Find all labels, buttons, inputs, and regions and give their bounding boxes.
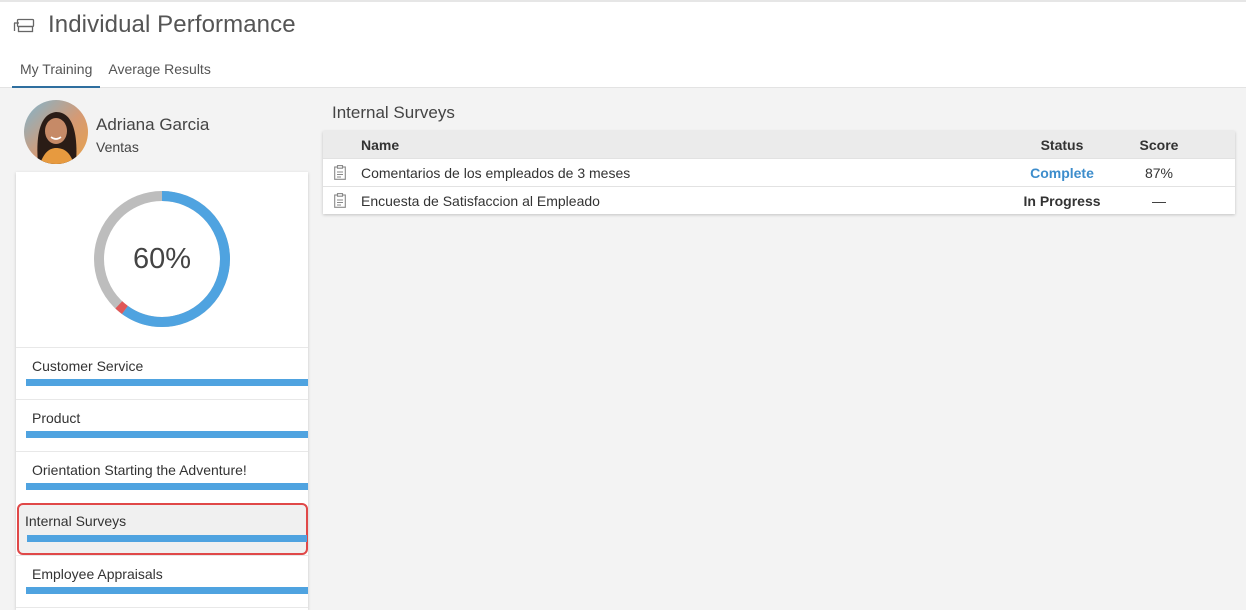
clipboard-icon — [334, 165, 346, 180]
tab-bar: My Training Average Results — [12, 55, 219, 88]
course-item-employee-appraisals[interactable]: Employee Appraisals — [16, 555, 308, 607]
column-header-status[interactable]: Status — [1005, 137, 1119, 153]
course-progress-bar — [26, 431, 308, 438]
user-department: Ventas — [96, 139, 139, 155]
course-label: Internal Surveys — [25, 513, 127, 529]
course-label: Orientation Starting the Adventure! — [32, 462, 247, 478]
course-item-product[interactable]: Product — [16, 399, 308, 451]
tab-my-training[interactable]: My Training — [12, 55, 101, 88]
status-badge: Complete — [1030, 165, 1094, 181]
graduation-cap-icon — [13, 16, 35, 34]
table-row[interactable]: Encuesta de Satisfaccion al Empleado In … — [323, 186, 1235, 214]
course-item-orientation[interactable]: Orientation Starting the Adventure! — [16, 451, 308, 503]
section-title: Internal Surveys — [332, 103, 455, 122]
course-label: Product — [32, 410, 81, 426]
table-row[interactable]: Comentarios de los empleados de 3 meses … — [323, 158, 1235, 186]
training-summary-card: 60% Customer Service Product Orientation… — [16, 172, 308, 610]
course-label: Employee Appraisals — [32, 566, 163, 582]
user-name: Adriana Garcia — [96, 115, 210, 134]
column-header-score[interactable]: Score — [1119, 137, 1199, 153]
progress-percent-label: 60% — [132, 242, 192, 275]
course-label: Customer Service — [32, 358, 144, 374]
surveys-table: Name Status Score Comentarios de los emp… — [323, 131, 1235, 214]
clipboard-icon — [334, 193, 346, 208]
row-score: — — [1152, 193, 1166, 209]
main-content: Adriana Garcia Ventas 60% Customer Servi… — [0, 88, 1246, 610]
tab-average-results[interactable]: Average Results — [100, 55, 218, 88]
course-progress-bar — [27, 535, 307, 542]
course-progress-bar — [26, 587, 308, 594]
page-header: Individual Performance My Training Avera… — [0, 2, 1246, 88]
course-item-internal-surveys[interactable]: Internal Surveys — [17, 503, 308, 555]
page-title: Individual Performance — [48, 11, 296, 38]
table-header: Name Status Score — [323, 131, 1235, 158]
column-header-name[interactable]: Name — [361, 137, 399, 153]
status-badge: In Progress — [1023, 193, 1101, 209]
avatar — [24, 100, 88, 164]
course-progress-bar — [26, 379, 308, 386]
row-score: 87% — [1144, 165, 1174, 181]
course-item-customer-service[interactable]: Customer Service — [16, 347, 308, 399]
row-name: Comentarios de los empleados de 3 meses — [361, 165, 631, 181]
row-name: Encuesta de Satisfaccion al Empleado — [361, 193, 600, 209]
course-progress-bar — [26, 483, 308, 490]
